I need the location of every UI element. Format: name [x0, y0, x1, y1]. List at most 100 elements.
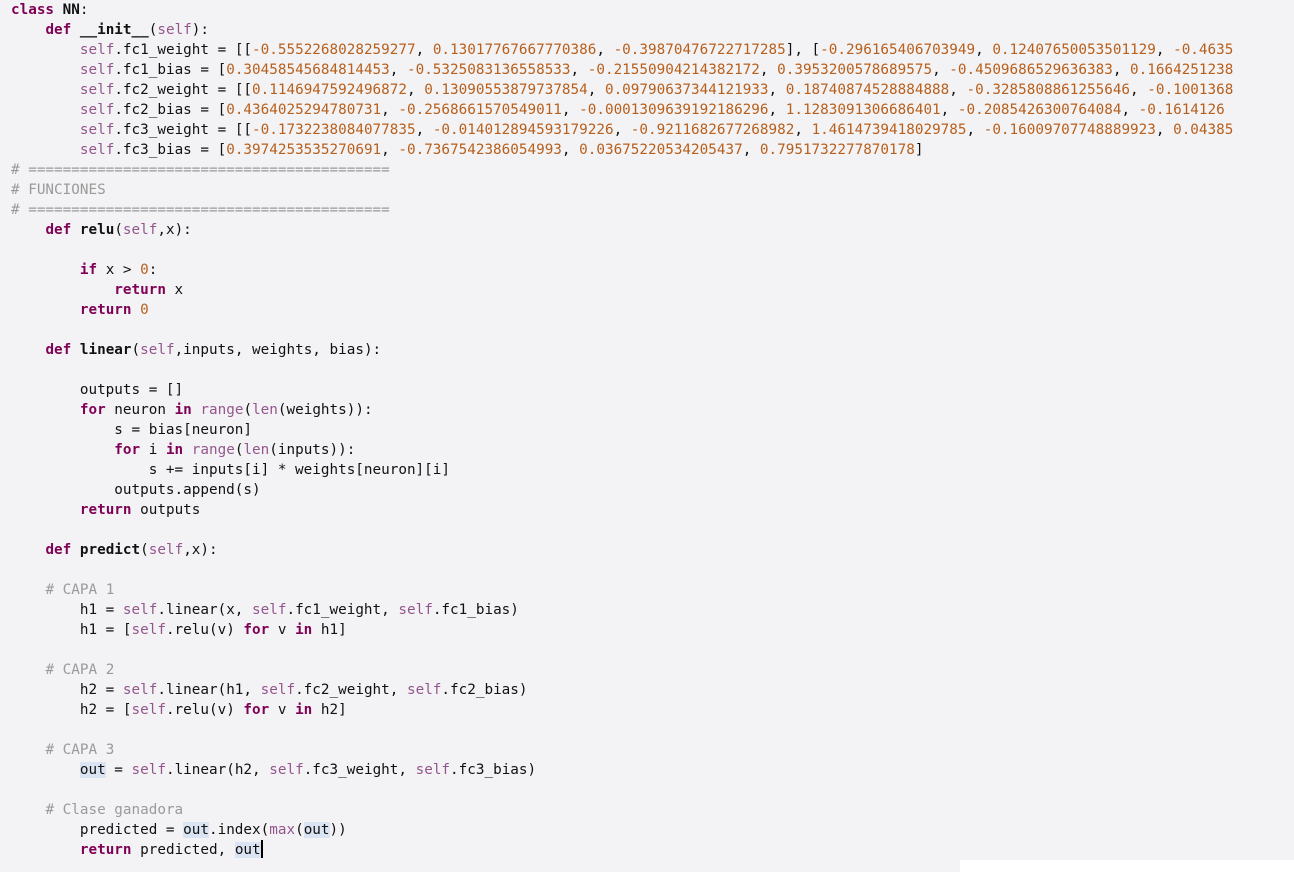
number-token: 0.7951732277870178: [759, 142, 915, 158]
builtin-token: len: [243, 442, 270, 458]
keyword-token: in: [295, 702, 313, 718]
code-token: neuron: [105, 402, 175, 418]
number-token: 0.1664251238: [1130, 62, 1234, 78]
code-line[interactable]: [0, 780, 1294, 800]
code-line[interactable]: s = bias[neuron]: [0, 420, 1294, 440]
highlighted-token: out: [183, 822, 209, 838]
keyword-token: in: [165, 442, 184, 458]
self-token: self: [131, 622, 166, 638]
number-token: -0.1732238084077835: [252, 122, 416, 138]
code-line[interactable]: # FUNCIONES: [0, 180, 1294, 200]
code-line[interactable]: h2 = self.linear(h1, self.fc2_weight, se…: [0, 680, 1294, 700]
code-token: ]: [914, 142, 924, 158]
code-line[interactable]: out = self.linear(h2, self.fc3_weight, s…: [0, 760, 1294, 780]
code-line[interactable]: outputs = []: [0, 380, 1294, 400]
code-line[interactable]: h1 = self.linear(x, self.fc1_weight, sel…: [0, 600, 1294, 620]
code-line[interactable]: self.fc3_weight = [[-0.1732238084077835,…: [0, 120, 1294, 140]
code-token: predicted =: [11, 822, 184, 838]
code-line[interactable]: [0, 560, 1294, 580]
code-editor[interactable]: class NN: def __init__(self): self.fc1_w…: [0, 0, 1294, 890]
number-token: -0.0001309639192186296: [579, 102, 769, 118]
code-line[interactable]: # ======================================…: [0, 160, 1294, 180]
code-token: (: [140, 542, 149, 558]
code-token: ,: [1155, 122, 1174, 138]
code-line[interactable]: # CAPA 1: [0, 580, 1294, 600]
number-token: 0.03675220534205437: [579, 142, 743, 158]
code-token: ,: [966, 122, 984, 138]
comment-token: # Clase ganadora: [45, 802, 184, 818]
number-token: -0.16009707748889923: [983, 122, 1156, 138]
code-line[interactable]: h1 = [self.relu(v) for v in h1]: [0, 620, 1294, 640]
code-line[interactable]: [0, 640, 1294, 660]
code-line[interactable]: return outputs: [0, 500, 1294, 520]
number-token: -0.9211682677268982: [630, 122, 795, 138]
code-line[interactable]: outputs.append(s): [0, 480, 1294, 500]
keyword-token: for: [79, 402, 106, 418]
code-line[interactable]: self.fc2_weight = [[0.1146947592496872, …: [0, 80, 1294, 100]
code-token: x: [165, 282, 184, 298]
number-token: -0.296165406703949: [820, 42, 976, 58]
function-name-token: NN: [62, 2, 80, 18]
code-area[interactable]: class NN: def __init__(self): self.fc1_w…: [0, 0, 1294, 860]
number-token: -0.5325083136558533: [406, 62, 571, 78]
code-line[interactable]: def __init__(self):: [0, 20, 1294, 40]
number-token: 0.4364025294780731: [226, 102, 382, 118]
code-line[interactable]: predicted = out.index(max(out)): [0, 820, 1294, 840]
code-line[interactable]: def relu(self,x):: [0, 220, 1294, 240]
code-line[interactable]: [0, 320, 1294, 340]
code-line[interactable]: return predicted, out: [0, 840, 1294, 860]
code-token: ,: [1112, 62, 1131, 78]
code-token: ,: [613, 122, 631, 138]
code-line[interactable]: # CAPA 3: [0, 740, 1294, 760]
keyword-token: return: [79, 842, 132, 858]
number-token: 0.04385: [1173, 122, 1234, 138]
code-line[interactable]: if x > 0:: [0, 260, 1294, 280]
code-token: .fc2_bias): [441, 682, 528, 698]
comment-token: # CAPA 2: [45, 662, 115, 678]
self-token: self: [140, 342, 175, 358]
code-line[interactable]: # ======================================…: [0, 200, 1294, 220]
code-line[interactable]: self.fc1_weight = [[-0.5552268028259277,…: [0, 40, 1294, 60]
code-line[interactable]: self.fc2_bias = [0.4364025294780731, -0.…: [0, 100, 1294, 120]
code-line[interactable]: h2 = [self.relu(v) for v in h2]: [0, 700, 1294, 720]
code-line[interactable]: class NN:: [0, 0, 1294, 20]
code-line[interactable]: self.fc3_bias = [0.3974253535270691, -0.…: [0, 140, 1294, 160]
comment-token: # ======================================…: [11, 202, 390, 218]
code-line[interactable]: for i in range(len(inputs)):: [0, 440, 1294, 460]
self-token: self: [398, 602, 433, 618]
number-token: -0.21550904214382172: [587, 62, 760, 78]
code-line[interactable]: [0, 720, 1294, 740]
code-token: ,inputs, weights, bias):: [174, 342, 382, 358]
code-line[interactable]: return 0: [0, 300, 1294, 320]
code-line[interactable]: def predict(self,x):: [0, 540, 1294, 560]
code-line[interactable]: [0, 240, 1294, 260]
code-line[interactable]: # Clase ganadora: [0, 800, 1294, 820]
code-line[interactable]: [0, 520, 1294, 540]
self-token: self: [122, 602, 158, 618]
code-line[interactable]: [0, 360, 1294, 380]
code-line[interactable]: return x: [0, 280, 1294, 300]
code-line[interactable]: # CAPA 2: [0, 660, 1294, 680]
code-token: ,x):: [183, 542, 218, 558]
code-token: h1]: [312, 622, 347, 638]
code-token: ):: [191, 22, 210, 38]
code-line[interactable]: self.fc1_bias = [0.30458545684814453, -0…: [0, 60, 1294, 80]
code-line[interactable]: def linear(self,inputs, weights, bias):: [0, 340, 1294, 360]
code-token: .index(: [208, 822, 270, 838]
code-line[interactable]: for neuron in range(len(weights)):: [0, 400, 1294, 420]
code-line[interactable]: s += inputs[i] * weights[neuron][i]: [0, 460, 1294, 480]
